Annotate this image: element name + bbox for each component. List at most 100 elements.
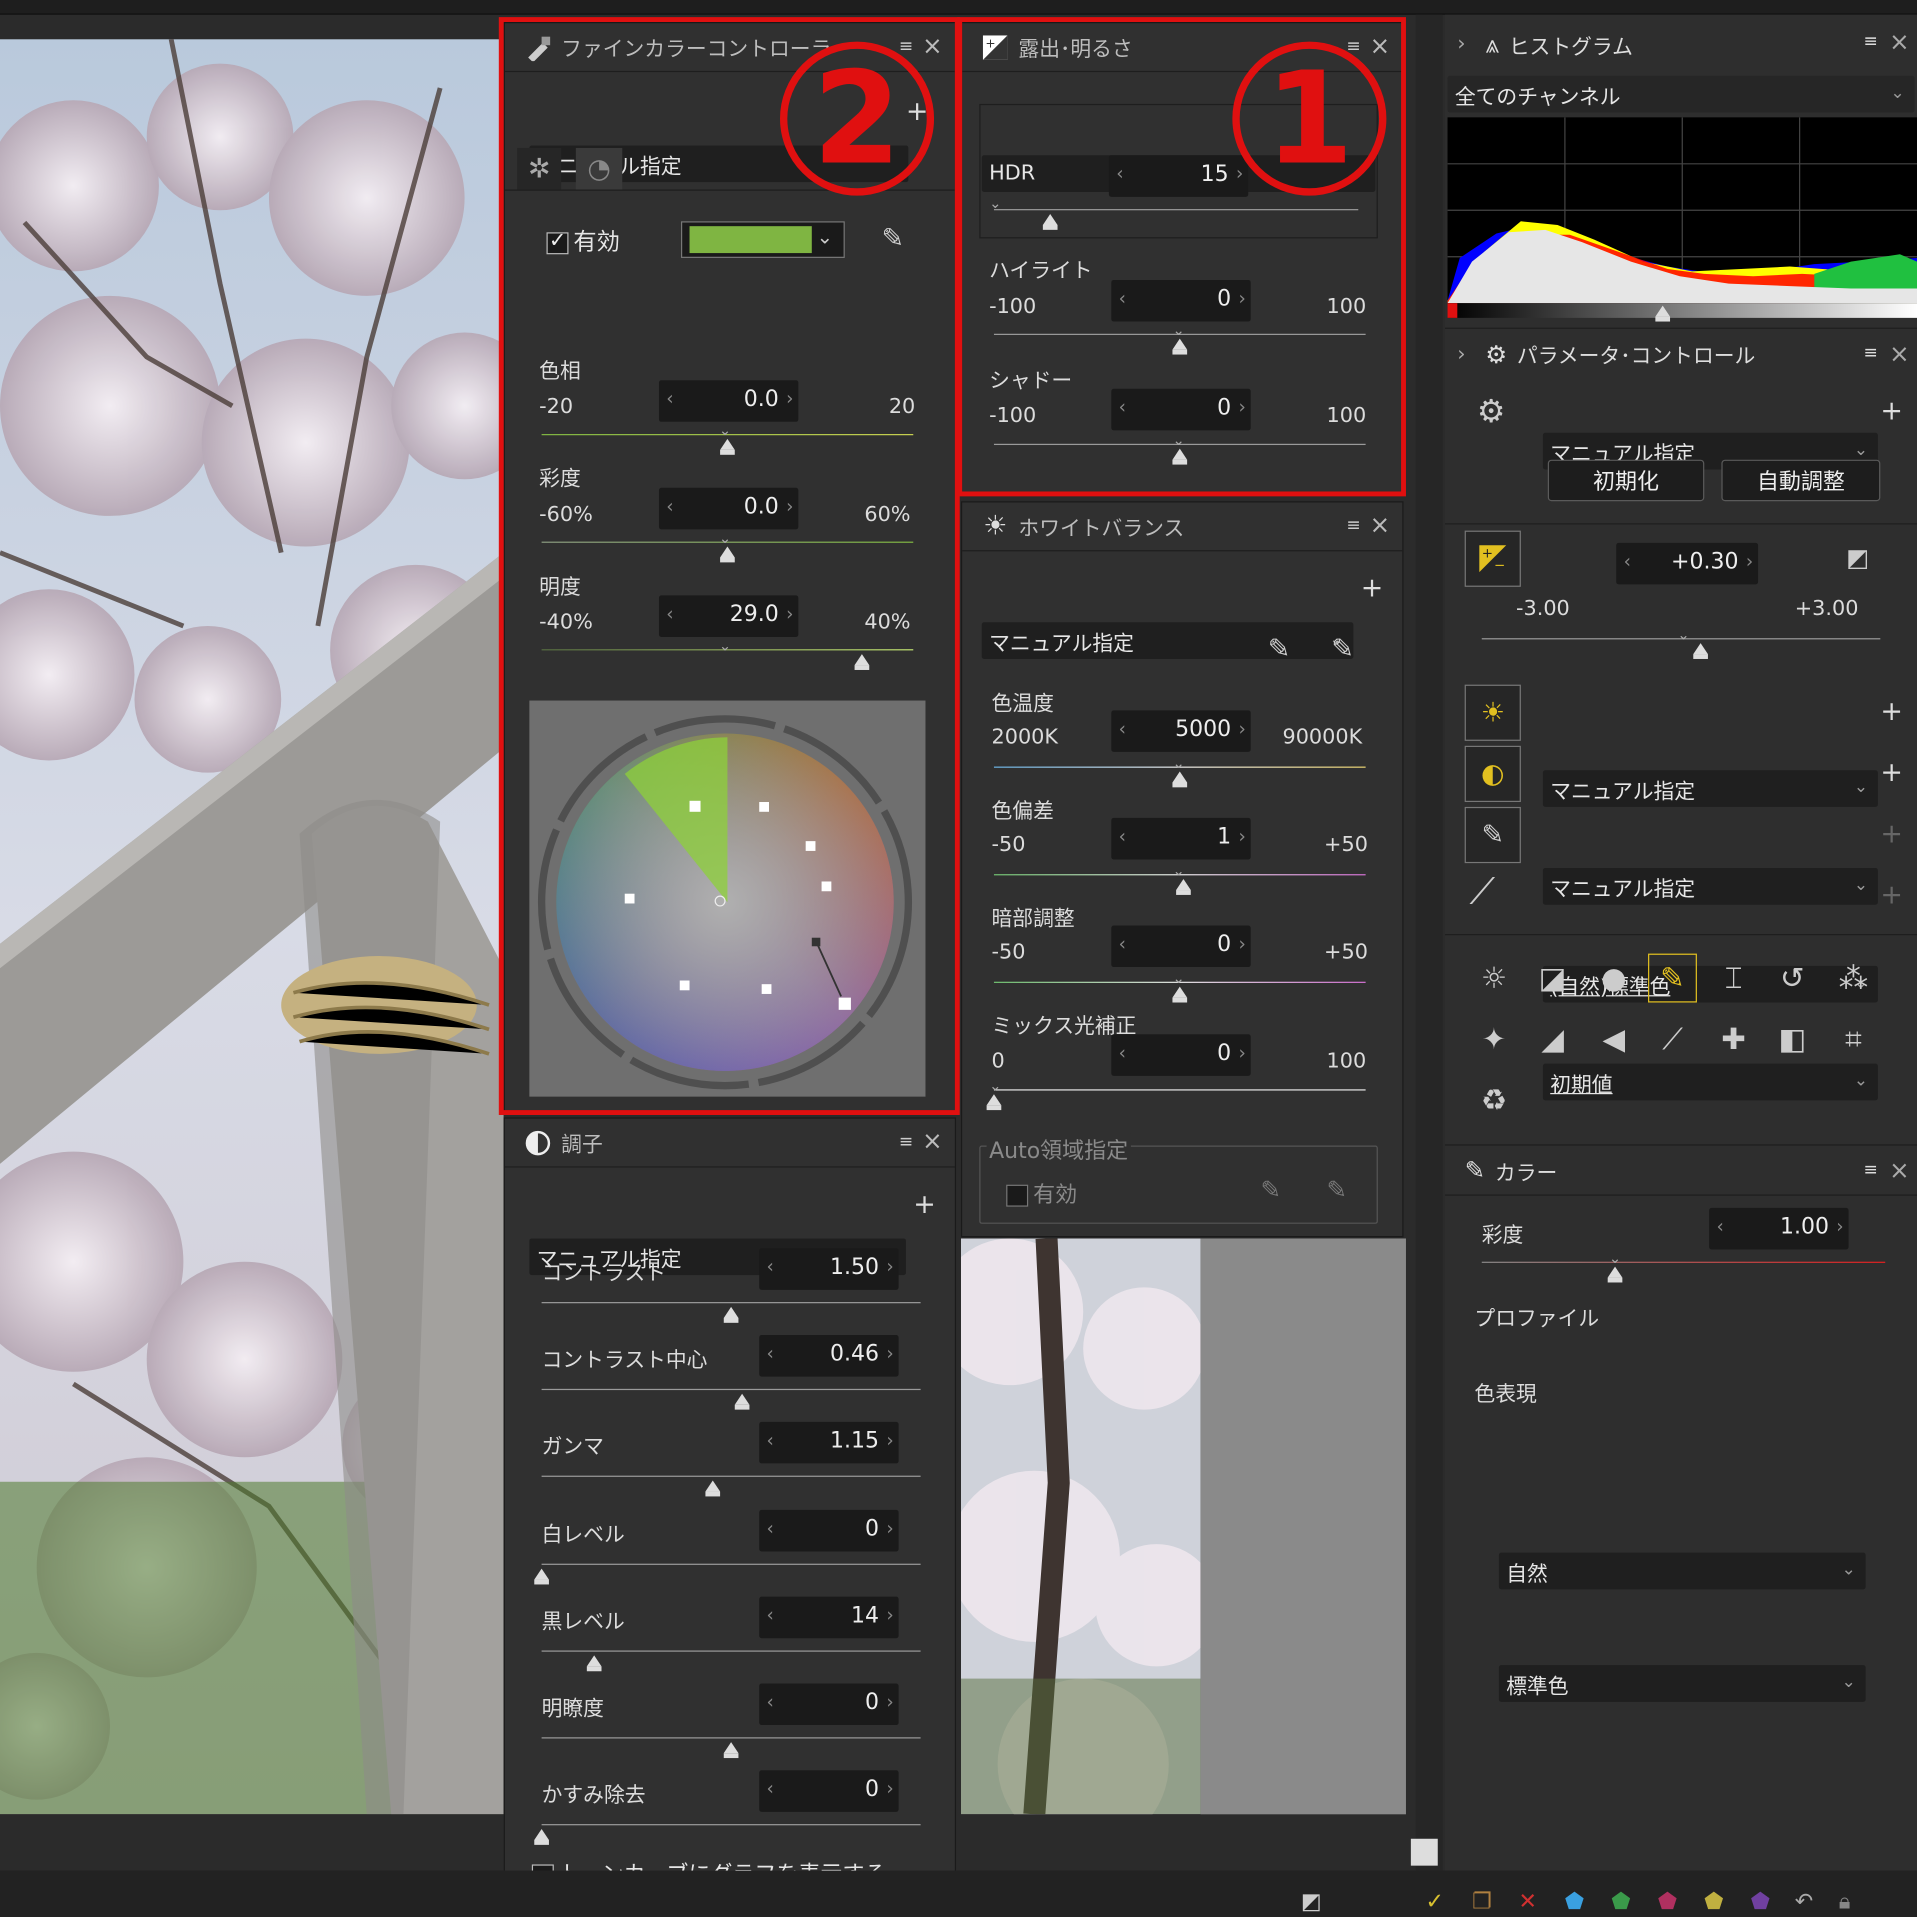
decrement-icon[interactable]: ‹ (1119, 396, 1126, 418)
exposure-compensation-stepper[interactable]: ‹ +0.30 › (1616, 542, 1759, 585)
temperature-slider-thumb[interactable] (1172, 771, 1188, 788)
fisheye-tool-icon[interactable]: ◀ (1589, 1015, 1638, 1064)
saturation-value[interactable]: 0.0 (744, 494, 779, 520)
eyedropper-icon[interactable]: ✎ (881, 224, 904, 255)
shade-stepper[interactable]: ‹ 0 › (1111, 925, 1251, 968)
increment-icon[interactable]: › (886, 1256, 893, 1278)
retouch-brush-icon[interactable]: ⟋ (1470, 870, 1496, 913)
hdr-value[interactable]: 15 (1201, 161, 1229, 187)
exposure-slider-thumb[interactable] (1693, 643, 1709, 659)
add-preset-icon[interactable]: + (1880, 396, 1903, 427)
multi-point-picker-icon[interactable]: ✎ (1331, 635, 1354, 666)
add-preset-icon[interactable]: + (1880, 758, 1903, 789)
label-green-icon[interactable]: ⬟ (1611, 1889, 1630, 1915)
color-wheel[interactable] (529, 701, 925, 1097)
mixed-light-stepper[interactable]: ‹ 0 › (1111, 1034, 1251, 1076)
tone-row-value[interactable]: 0 (865, 1776, 879, 1802)
photo-preview-secondary[interactable] (960, 1238, 1201, 1815)
hdr-slider-track[interactable] (993, 209, 1359, 211)
close-icon[interactable]: × (1370, 31, 1390, 60)
shade-value[interactable]: 0 (1217, 932, 1231, 958)
decrement-icon[interactable]: ‹ (767, 1342, 774, 1364)
hue-stepper[interactable]: ‹ 0.0 › (658, 380, 799, 422)
healing-tool-icon[interactable]: ✚ (1709, 1015, 1758, 1064)
increment-icon[interactable]: › (786, 495, 793, 517)
label-blue-icon[interactable]: ⬟ (1565, 1889, 1584, 1915)
temperature-stepper[interactable]: ‹ 5000 › (1111, 710, 1251, 752)
decrement-icon[interactable]: ‹ (767, 1691, 774, 1713)
decrement-icon[interactable]: ‹ (1716, 1215, 1723, 1237)
reset-button[interactable]: 初期化 (1547, 459, 1705, 502)
color-saturation-track[interactable] (1481, 1261, 1886, 1263)
panel-menu-icon[interactable]: ≡ (1864, 1160, 1878, 1180)
tone-row-value[interactable]: 0 (865, 1690, 879, 1716)
reject-icon[interactable]: ✕ (1518, 1889, 1536, 1915)
lens-tool-icon[interactable]: ● (1589, 954, 1638, 1003)
decrement-icon[interactable]: ‹ (767, 1604, 774, 1626)
close-icon[interactable]: × (1889, 1155, 1909, 1184)
auto-adjust-button[interactable]: 自動調整 (1721, 459, 1881, 502)
label-yellow-icon[interactable]: ⬟ (1704, 1889, 1723, 1915)
histogram-header[interactable]: › ⩓ ヒストグラム ≡ × (1445, 15, 1917, 74)
undo-icon[interactable]: ↶ (1795, 1889, 1813, 1915)
scrollbar[interactable] (1415, 14, 1443, 1871)
copy-icon[interactable]: ❐ (1472, 1889, 1492, 1915)
highlight-stepper[interactable]: ‹ 0 › (1111, 279, 1251, 322)
increment-icon[interactable]: › (1238, 718, 1245, 740)
color-saturation-thumb[interactable] (1607, 1266, 1623, 1283)
brightness-slider-thumb[interactable] (854, 654, 870, 670)
decrement-icon[interactable]: ‹ (1119, 1042, 1126, 1064)
tone-row-slider-track[interactable] (541, 1824, 921, 1826)
tone-row-stepper[interactable]: ‹ 1.50 › (759, 1248, 899, 1290)
auto-exposure-icon[interactable]: ◩ (1846, 543, 1869, 572)
close-icon[interactable]: × (922, 1126, 942, 1155)
decrement-icon[interactable]: ‹ (1116, 163, 1123, 185)
panel-menu-icon[interactable]: ≡ (1346, 516, 1360, 536)
region-add-icon[interactable]: ✎ (1260, 1175, 1280, 1204)
decrement-icon[interactable]: ‹ (767, 1429, 774, 1451)
perspective-tool-icon[interactable]: ⌶ (1709, 954, 1758, 1003)
render-select[interactable]: 標準色 ⌄ (1498, 1665, 1866, 1702)
highlight-slider-thumb[interactable] (1172, 338, 1188, 355)
increment-icon[interactable]: › (886, 1342, 893, 1364)
decrement-icon[interactable]: ‹ (666, 495, 673, 517)
increment-icon[interactable]: › (1238, 396, 1245, 418)
tone-row-slider-thumb[interactable] (587, 1655, 602, 1672)
tone-row-slider-track[interactable] (541, 1650, 921, 1652)
tone-row-slider-track[interactable] (541, 1388, 921, 1391)
tint-value[interactable]: 1 (1217, 824, 1231, 850)
shadow-value[interactable]: 0 (1217, 395, 1231, 421)
tone-row-slider-thumb[interactable] (723, 1306, 739, 1323)
hue-slider-thumb[interactable] (720, 438, 735, 455)
tone-row-value[interactable]: 14 (851, 1603, 879, 1629)
decrement-icon[interactable]: ‹ (1119, 825, 1126, 847)
increment-icon[interactable]: › (886, 1778, 893, 1800)
fine-color-tool-icon[interactable]: ✎ (1648, 953, 1697, 1003)
tone-row-stepper[interactable]: ‹ 1.15 › (759, 1421, 899, 1464)
highlight-value[interactable]: 0 (1217, 286, 1231, 312)
enabled-checkbox[interactable]: ✓ 有効 (546, 224, 620, 257)
photo-preview[interactable] (0, 39, 504, 1815)
tone-row-slider-track[interactable] (541, 1302, 921, 1304)
color-saturation-stepper[interactable]: ‹ 1.00 › (1709, 1207, 1849, 1250)
increment-icon[interactable]: › (886, 1691, 893, 1713)
color-saturation-value[interactable]: 1.00 (1780, 1214, 1829, 1240)
increment-icon[interactable]: › (886, 1429, 893, 1451)
param-tone-select[interactable]: マニュアル指定 ⌄ (1542, 868, 1878, 905)
rotate-tool-icon[interactable]: ↺ (1768, 954, 1817, 1003)
brightness-tool-icon[interactable]: ☼ (1470, 954, 1519, 1003)
check-icon[interactable]: ✓ (1426, 1889, 1444, 1915)
increment-icon[interactable]: › (1836, 1215, 1843, 1237)
add-preset-icon[interactable]: + (1361, 573, 1384, 604)
tone-row-slider-thumb[interactable] (534, 1828, 549, 1845)
shadow-stepper[interactable]: ‹ 0 › (1111, 388, 1251, 431)
picker-tab[interactable]: ◔ (575, 147, 623, 190)
curves-tool-icon[interactable]: ◪ (1528, 954, 1577, 1003)
close-icon[interactable]: × (1370, 510, 1390, 539)
increment-icon[interactable]: › (886, 1517, 893, 1539)
increment-icon[interactable]: › (1236, 163, 1243, 185)
decrement-icon[interactable]: ‹ (1119, 287, 1126, 309)
gradient-tool-icon[interactable]: ◢ (1528, 1015, 1577, 1064)
tone-row-slider-thumb[interactable] (735, 1393, 750, 1410)
vignette-tool-icon[interactable]: ✦ (1470, 1015, 1519, 1064)
